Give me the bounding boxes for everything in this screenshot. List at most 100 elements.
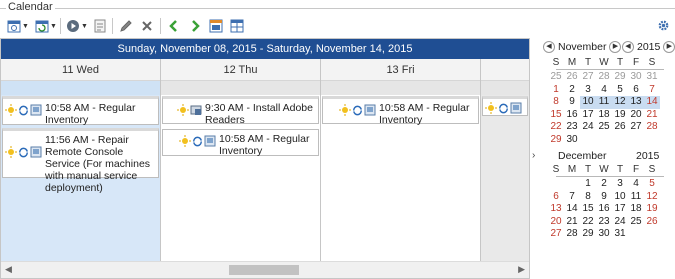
calendar-day[interactable]: 18 — [596, 109, 612, 122]
next-month-button[interactable]: ▶ — [609, 41, 622, 53]
allday-band-sat[interactable] — [481, 81, 529, 95]
calendar-day[interactable]: 2 — [596, 178, 612, 191]
calendar-day[interactable]: 4 — [628, 178, 644, 191]
calendar-day[interactable]: 15 — [580, 203, 596, 216]
calendar-day[interactable]: 7 — [644, 84, 660, 97]
scroll-thumb[interactable] — [229, 265, 299, 275]
calendar-day[interactable]: 21 — [644, 109, 660, 122]
calendar-day[interactable]: 28 — [564, 228, 580, 241]
calendar-day[interactable]: 5 — [644, 178, 660, 191]
calendar-day[interactable]: 15 — [548, 109, 564, 122]
previous-button[interactable] — [165, 16, 183, 36]
scroll-left-icon[interactable]: ◀ — [5, 264, 12, 275]
calendar-day[interactable]: 29 — [612, 71, 628, 84]
calendar-day[interactable]: 13 — [628, 96, 644, 109]
calendar-day[interactable]: 16 — [596, 203, 612, 216]
calendar-day[interactable]: 14 — [564, 203, 580, 216]
calendar-day[interactable]: 19 — [612, 109, 628, 122]
next-year-button[interactable]: ▶ — [663, 41, 675, 53]
calendar-day[interactable]: 12 — [612, 96, 628, 109]
previous-year-button[interactable]: ◀ — [622, 41, 634, 53]
appointment-wed-2[interactable]: 11:56 AM - Repair Remote Console Service… — [2, 128, 159, 194]
calendar-day[interactable]: 10 — [612, 191, 628, 204]
calendar-day[interactable]: 27 — [580, 71, 596, 84]
calendar-day[interactable]: 8 — [548, 96, 564, 109]
calendar-day[interactable]: 31 — [612, 228, 628, 241]
allday-band-wed[interactable] — [1, 81, 160, 95]
calendar-day[interactable]: 25 — [596, 121, 612, 134]
calendar-day[interactable]: 26 — [644, 216, 660, 229]
next-button[interactable] — [186, 16, 204, 36]
day-column-sat[interactable] — [481, 95, 529, 261]
calendar-day[interactable]: 8 — [580, 191, 596, 204]
chevron-right-icon[interactable]: › — [532, 150, 535, 161]
scroll-right-icon[interactable]: ▶ — [518, 264, 525, 275]
calendar-day[interactable]: 1 — [580, 178, 596, 191]
calendar-day[interactable]: 30 — [564, 134, 580, 147]
calendar-day[interactable]: 23 — [596, 216, 612, 229]
calendar-day[interactable]: 29 — [548, 134, 564, 147]
calendar-day[interactable]: 25 — [548, 71, 564, 84]
calendar-day[interactable]: 24 — [580, 121, 596, 134]
calendar-day[interactable]: 7 — [564, 191, 580, 204]
calendar-day[interactable]: 31 — [644, 71, 660, 84]
calendar-day[interactable]: 10 — [580, 96, 596, 109]
horizontal-scrollbar[interactable]: ◀ ▶ — [1, 261, 529, 278]
day-view-button[interactable] — [207, 16, 225, 36]
calendar-day[interactable]: 26 — [612, 121, 628, 134]
day-header-fri[interactable]: 13 Fri — [321, 59, 480, 81]
calendar-day[interactable]: 20 — [628, 109, 644, 122]
calendar-day[interactable]: 9 — [596, 191, 612, 204]
calendar-day[interactable]: 5 — [612, 84, 628, 97]
calendar-day[interactable]: 3 — [580, 84, 596, 97]
appointment-sat-1[interactable] — [482, 96, 528, 116]
calendar-day[interactable]: 25 — [628, 216, 644, 229]
day-header-thu[interactable]: 12 Thu — [161, 59, 320, 81]
calendar-day[interactable]: 28 — [596, 71, 612, 84]
calendar-day[interactable]: 17 — [580, 109, 596, 122]
calendar-view-button[interactable]: ▼ — [4, 16, 32, 36]
run-button[interactable]: ▼ — [64, 16, 90, 36]
calendar-day[interactable]: 21 — [564, 216, 580, 229]
edit-button[interactable] — [117, 16, 135, 36]
calendar-day[interactable]: 27 — [628, 121, 644, 134]
calendar-day[interactable]: 22 — [580, 216, 596, 229]
calendar-day[interactable]: 22 — [548, 121, 564, 134]
settings-button[interactable] — [657, 19, 670, 35]
calendar-day[interactable]: 17 — [612, 203, 628, 216]
appointment-thu-2[interactable]: 10:58 AM - Regular Inventory — [162, 129, 319, 157]
calendar-day[interactable]: 23 — [564, 121, 580, 134]
calendar-day[interactable]: 11 — [596, 96, 612, 109]
refresh-button[interactable]: ▼ — [32, 16, 60, 36]
day-header-wed[interactable]: 11 Wed — [1, 59, 160, 81]
allday-band-thu[interactable] — [161, 81, 320, 95]
calendar-day[interactable]: 16 — [564, 109, 580, 122]
calendar-day[interactable]: 29 — [580, 228, 596, 241]
calendar-day[interactable]: 12 — [644, 191, 660, 204]
calendar-day[interactable]: 30 — [596, 228, 612, 241]
calendar-day[interactable]: 11 — [628, 191, 644, 204]
calendar-day[interactable]: 14 — [644, 96, 660, 109]
calendar-day[interactable]: 2 — [564, 84, 580, 97]
calendar-day[interactable]: 27 — [548, 228, 564, 241]
delete-button[interactable] — [138, 16, 156, 36]
panel-splitter[interactable]: › — [530, 38, 540, 279]
properties-button[interactable] — [92, 16, 108, 36]
calendar-day[interactable]: 6 — [628, 84, 644, 97]
previous-month-button[interactable]: ◀ — [543, 41, 555, 53]
calendar-day[interactable]: 6 — [548, 191, 564, 204]
calendar-day[interactable]: 18 — [628, 203, 644, 216]
calendar-day[interactable]: 26 — [564, 71, 580, 84]
calendar-day[interactable]: 4 — [596, 84, 612, 97]
appointment-wed-1[interactable]: 10:58 AM - Regular Inventory — [2, 96, 159, 126]
calendar-day[interactable]: 1 — [548, 84, 564, 97]
allday-band-fri[interactable] — [321, 81, 480, 95]
calendar-day[interactable]: 24 — [612, 216, 628, 229]
calendar-day[interactable]: 13 — [548, 203, 564, 216]
calendar-day[interactable]: 28 — [644, 121, 660, 134]
calendar-day[interactable]: 19 — [644, 203, 660, 216]
appointment-thu-1[interactable]: 9:30 AM - Install Adobe Readers — [162, 96, 319, 126]
calendar-day[interactable]: 30 — [628, 71, 644, 84]
appointment-fri-1[interactable]: 10:58 AM - Regular Inventory — [322, 96, 479, 126]
calendar-day[interactable]: 20 — [548, 216, 564, 229]
